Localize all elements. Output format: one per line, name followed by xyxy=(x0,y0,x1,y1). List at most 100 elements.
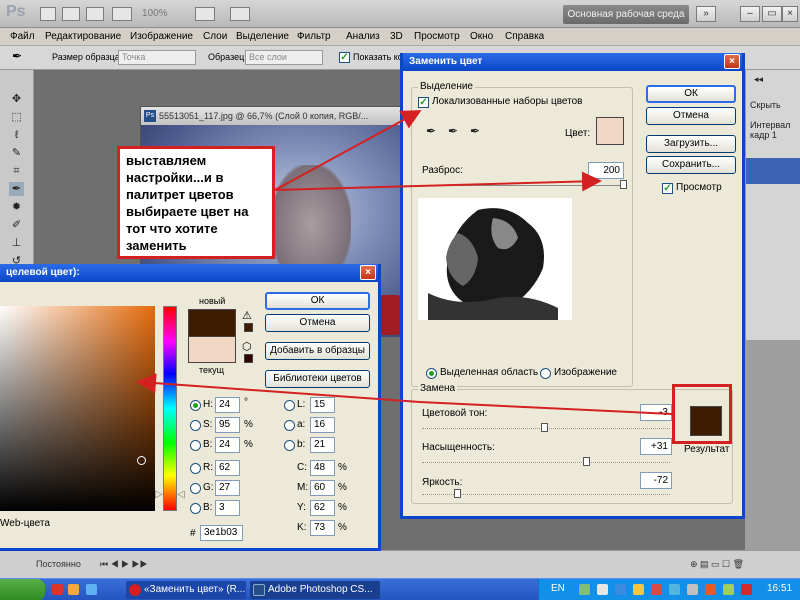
zoom-level[interactable]: 100% xyxy=(142,8,168,19)
c-input[interactable]: 48 xyxy=(310,460,335,476)
eyedropper-icon[interactable]: ✒ xyxy=(12,49,22,63)
s-input[interactable]: 95 xyxy=(215,417,240,433)
hue-slider-right-arrow[interactable]: ◁ xyxy=(177,489,185,500)
selection-color-swatch[interactable] xyxy=(596,117,624,145)
close-icon[interactable]: × xyxy=(724,54,740,69)
document-tab[interactable]: Ps 55513051_117.jpg @ 66,7% (Слой 0 копи… xyxy=(141,107,404,125)
lasso-tool-icon[interactable]: ℓ xyxy=(9,128,24,142)
cancel-button[interactable]: Отмена xyxy=(646,107,736,125)
preview-checkbox[interactable]: ✓ xyxy=(662,183,673,194)
view-mode-icon[interactable] xyxy=(112,7,132,21)
close-button[interactable]: × xyxy=(782,6,798,22)
fuzziness-slider-track[interactable] xyxy=(422,185,626,186)
playback-controls-icon[interactable]: ⏮ ◀ ▶ ▶▶ xyxy=(100,559,148,570)
extras-icon[interactable] xyxy=(86,7,104,21)
tray-app-icon[interactable] xyxy=(723,584,734,595)
color-libraries-button[interactable]: Библиотеки цветов xyxy=(265,370,370,388)
menu-filter[interactable]: Фильтр xyxy=(297,31,331,42)
menu-select[interactable]: Выделение xyxy=(236,31,289,42)
a-input[interactable]: 16 xyxy=(310,417,335,433)
eyedropper-icon[interactable]: ✒ xyxy=(424,124,438,138)
layer-actions-icon[interactable]: ⊕ ▤ ▭ ☐ 🗑 xyxy=(690,559,744,570)
web-safe-swatch[interactable] xyxy=(244,354,253,363)
image-radio[interactable] xyxy=(540,368,551,379)
brush-tool-icon[interactable]: ✐ xyxy=(9,218,24,232)
web-safe-icon[interactable]: ⬡ xyxy=(242,340,252,353)
b-radio[interactable] xyxy=(190,440,201,451)
task-replace-color[interactable]: «Заменить цвет» (R... xyxy=(126,581,246,599)
hue-slider-left-arrow[interactable]: ▷ xyxy=(155,489,163,500)
menu-image[interactable]: Изображение xyxy=(130,31,193,42)
eyedropper-plus-icon[interactable]: ✒ xyxy=(446,124,460,138)
hue-slider-thumb[interactable] xyxy=(540,423,548,432)
arrange-documents-icon[interactable] xyxy=(195,7,215,21)
tray-app-icon[interactable] xyxy=(597,584,608,595)
saturation-input[interactable]: +31 xyxy=(640,438,672,455)
l-radio[interactable] xyxy=(284,400,295,411)
opera-icon[interactable] xyxy=(52,584,63,595)
ok-button[interactable]: ОК xyxy=(646,85,736,103)
antivirus-icon[interactable] xyxy=(741,584,752,595)
a-radio[interactable] xyxy=(284,420,295,431)
h-radio[interactable] xyxy=(190,400,201,411)
bridge-icon[interactable] xyxy=(40,7,56,21)
menu-file[interactable]: Файл xyxy=(10,31,35,42)
menu-edit[interactable]: Редактирование xyxy=(45,31,121,42)
firefox-icon[interactable] xyxy=(68,584,79,595)
load-button[interactable]: Загрузить... xyxy=(646,135,736,153)
fuzziness-input[interactable]: 200 xyxy=(588,162,624,179)
sample-select[interactable]: Все слои xyxy=(245,50,323,65)
move-tool-icon[interactable]: ✥ xyxy=(9,92,24,106)
language-indicator[interactable]: EN xyxy=(551,583,565,594)
g-radio[interactable] xyxy=(190,483,201,494)
picker-ok-button[interactable]: ОК xyxy=(265,292,370,310)
y-input[interactable]: 62 xyxy=(310,500,335,516)
s-radio[interactable] xyxy=(190,420,201,431)
lightness-input[interactable]: -72 xyxy=(640,472,672,489)
healing-brush-tool-icon[interactable]: ✹ xyxy=(9,200,24,214)
lab-b-input[interactable]: 21 xyxy=(310,437,335,453)
lab-b-radio[interactable] xyxy=(284,440,295,451)
hue-slider[interactable] xyxy=(163,306,177,511)
menu-layers[interactable]: Слои xyxy=(203,31,227,42)
lightness-slider-thumb[interactable] xyxy=(453,489,461,498)
marquee-tool-icon[interactable]: ⬚ xyxy=(9,110,24,124)
screen-mode-icon[interactable] xyxy=(230,7,250,21)
localized-clusters-checkbox[interactable]: ✓ xyxy=(418,97,429,108)
start-button[interactable] xyxy=(0,579,45,600)
g-input[interactable]: 27 xyxy=(215,480,240,496)
saturation-slider-track[interactable] xyxy=(422,462,670,466)
hex-input[interactable]: 3e1b03 xyxy=(200,525,243,541)
sample-size-select[interactable]: Точка xyxy=(118,50,196,65)
current-color-swatch[interactable] xyxy=(188,336,236,363)
gamut-swatch[interactable] xyxy=(244,323,253,332)
picker-cancel-button[interactable]: Отмена xyxy=(265,314,370,332)
minimize-button[interactable]: – xyxy=(740,6,760,22)
dialog-titlebar[interactable]: Заменить цвет × xyxy=(403,53,742,71)
menu-view[interactable]: Просмотр xyxy=(414,31,460,42)
panel-hide-label[interactable]: Скрыть xyxy=(750,100,781,110)
menu-analysis[interactable]: Анализ xyxy=(346,31,380,42)
color-field[interactable] xyxy=(0,306,155,511)
fuzziness-slider-thumb[interactable] xyxy=(620,180,627,189)
tray-app-icon[interactable] xyxy=(705,584,716,595)
menu-window[interactable]: Окно xyxy=(470,31,493,42)
mini-bridge-icon[interactable] xyxy=(62,7,80,21)
eyedropper-minus-icon[interactable]: ✒ xyxy=(468,124,482,138)
eyedropper-tool-icon[interactable]: ✒ xyxy=(9,182,24,196)
selection-radio[interactable] xyxy=(426,368,437,379)
k-input[interactable]: 73 xyxy=(310,520,335,536)
tray-app-icon[interactable] xyxy=(615,584,626,595)
network-icon[interactable] xyxy=(669,584,680,595)
tray-app-icon[interactable] xyxy=(579,584,590,595)
tray-app-icon[interactable] xyxy=(633,584,644,595)
loop-select[interactable]: Постоянно xyxy=(36,559,81,569)
restore-button[interactable]: ▭ xyxy=(762,6,782,22)
hue-input[interactable]: -3 xyxy=(640,404,672,421)
show-ring-checkbox[interactable]: ✓ xyxy=(339,52,350,63)
quick-select-tool-icon[interactable]: ✎ xyxy=(9,146,24,160)
l-input[interactable]: 15 xyxy=(310,397,335,413)
chevron-right-icon[interactable]: » xyxy=(696,6,716,22)
h-input[interactable]: 24 xyxy=(215,397,240,413)
save-button[interactable]: Сохранить... xyxy=(646,156,736,174)
